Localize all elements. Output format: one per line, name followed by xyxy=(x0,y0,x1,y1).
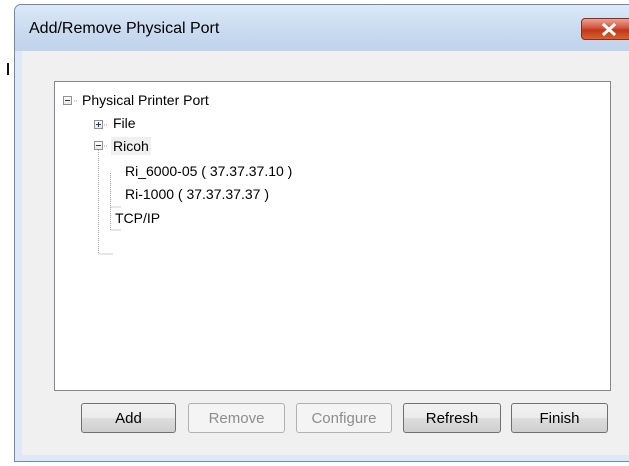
close-icon xyxy=(601,23,617,36)
remove-button[interactable]: Remove xyxy=(188,403,285,433)
tree-item-ri-6000-05[interactable]: Ri_6000-05 ( 37.37.37.10 ) xyxy=(125,162,292,180)
refresh-button[interactable]: Refresh xyxy=(403,403,501,433)
tree-item-tcp-ip[interactable]: TCP/IP xyxy=(115,209,160,227)
collapse-icon[interactable] xyxy=(94,141,103,150)
background-edge xyxy=(0,0,3,466)
dialog-client-area: Physical Printer Port File Ricoh Ri_6000… xyxy=(22,51,629,455)
close-button[interactable] xyxy=(581,18,629,40)
port-tree-view[interactable]: Physical Printer Port File Ricoh Ri_6000… xyxy=(54,81,611,391)
finish-button[interactable]: Finish xyxy=(511,403,608,433)
tree-item-physical-printer-port[interactable]: Physical Printer Port xyxy=(82,91,209,109)
add-button[interactable]: Add xyxy=(81,403,176,433)
expand-icon[interactable] xyxy=(94,120,103,129)
tree-connector-lines xyxy=(74,100,121,255)
dialog-window: Add/Remove Physical Port Physical Printe… xyxy=(14,4,629,462)
collapse-icon[interactable] xyxy=(63,96,72,105)
tree-item-ri-1000[interactable]: Ri-1000 ( 37.37.37.37 ) xyxy=(125,185,269,203)
tree-item-file[interactable]: File xyxy=(113,114,136,132)
configure-button[interactable]: Configure xyxy=(296,403,392,433)
tree-item-ricoh[interactable]: Ricoh xyxy=(111,137,151,155)
window-edge-mark xyxy=(7,63,9,75)
dialog-title: Add/Remove Physical Port xyxy=(29,20,220,37)
title-bar[interactable]: Add/Remove Physical Port xyxy=(15,5,629,51)
